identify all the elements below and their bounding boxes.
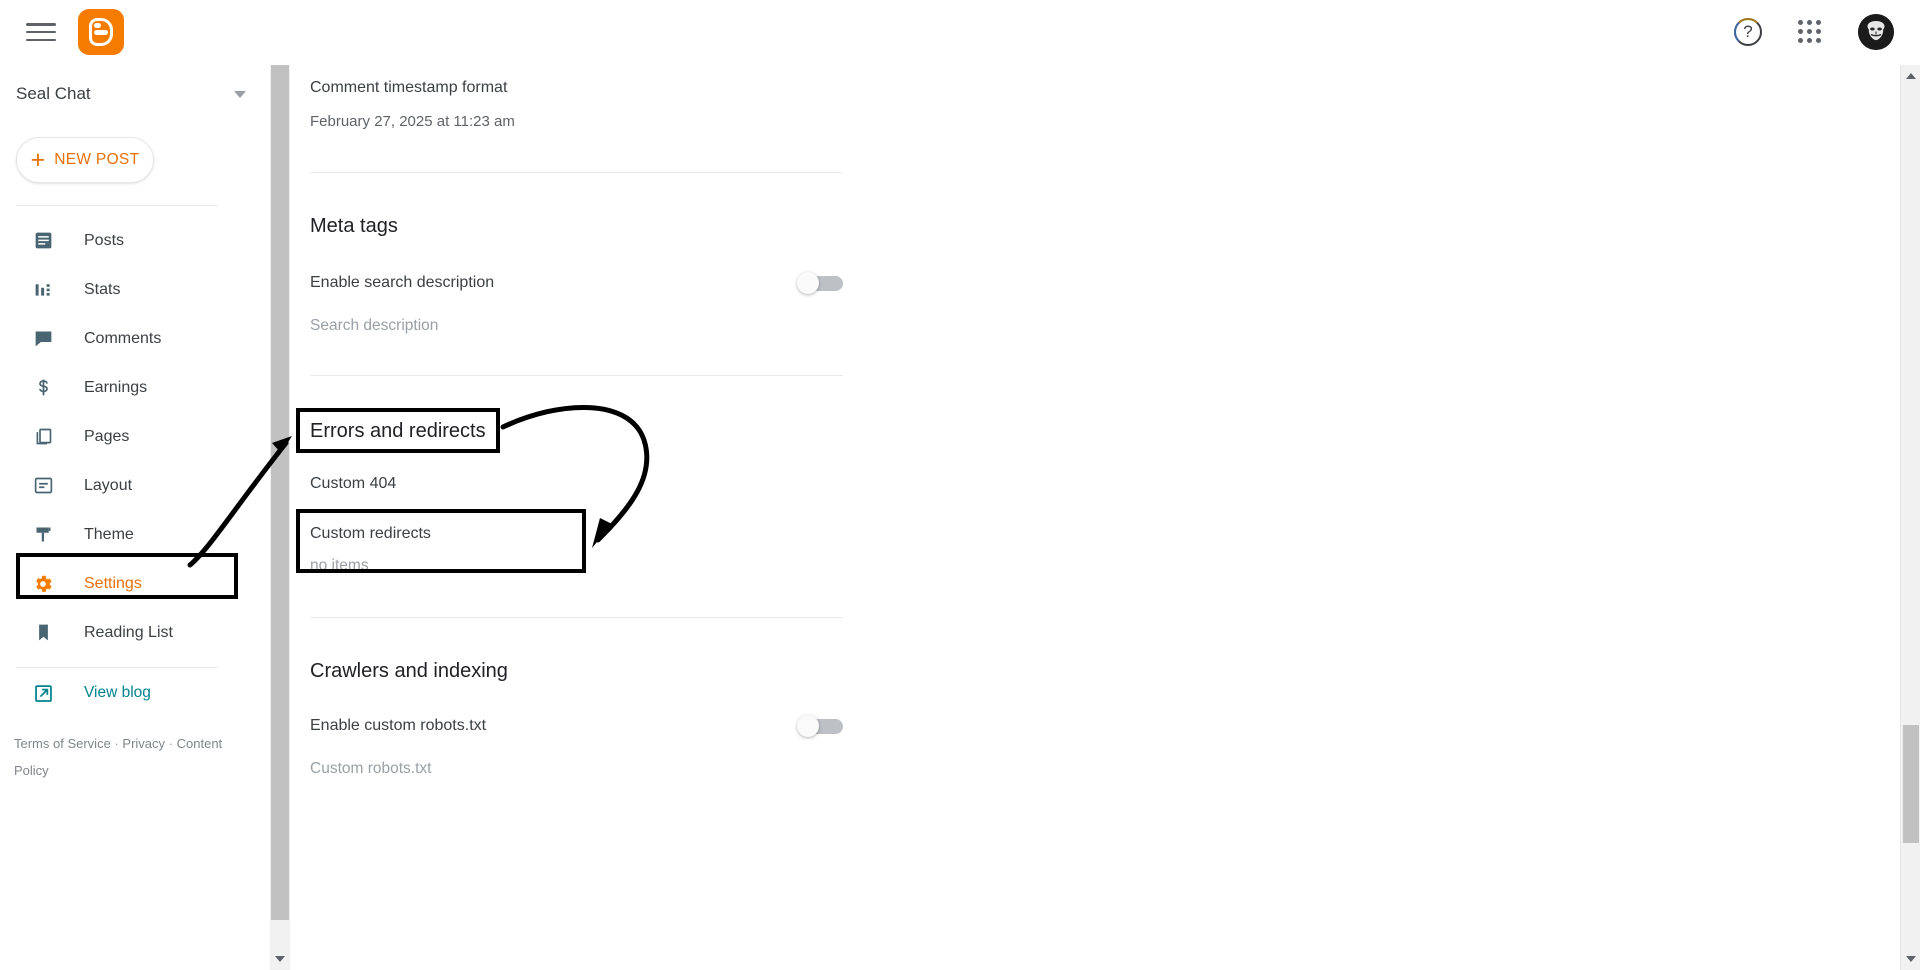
enable-search-description-toggle[interactable] [797,272,843,294]
comment-timestamp-label: Comment timestamp format [310,79,508,96]
legal-separator: · [114,736,119,751]
meta-tags-title: Meta tags [310,215,398,237]
pages-icon [30,424,56,450]
crawlers-indexing-title: Crawlers and indexing [310,660,508,682]
gear-icon [30,571,56,597]
sidebar: Seal Chat + NEW POST Posts Stats Comment… [0,65,262,970]
view-blog-label: View blog [84,684,151,701]
legal-links: Terms of Service · Privacy · Content Pol… [0,730,262,784]
sidebar-item-posts[interactable]: Posts [0,216,262,265]
section-divider [310,617,843,618]
window-scrollbar[interactable] [1900,65,1920,970]
comment-timestamp-setting[interactable]: Comment timestamp format February 27, 20… [310,65,950,130]
sidebar-item-label: Theme [84,525,134,543]
legal-separator: · [168,736,173,751]
sidebar-item-reading-list[interactable]: Reading List [0,608,262,657]
sidebar-item-label: Earnings [84,378,148,396]
sidebar-item-label: Reading List [84,623,173,641]
window-scrollbar-thumb[interactable] [1903,725,1919,843]
comment-timestamp-value: February 27, 2025 at 11:23 am [310,113,515,130]
enable-search-description-row[interactable]: Enable search description [310,272,843,294]
sidebar-item-earnings[interactable]: Earnings [0,363,262,412]
new-post-button[interactable]: + NEW POST [16,137,154,183]
toggle-knob [797,272,819,294]
enable-search-description-label: Enable search description [310,274,495,291]
section-divider [310,172,843,173]
errors-redirects-title: Errors and redirects [310,420,486,442]
custom-404-setting[interactable]: Custom 404 [310,475,950,493]
enable-custom-robots-row[interactable]: Enable custom robots.txt [310,715,843,737]
meta-tags-section: Meta tags Enable search description Sear… [310,215,950,335]
top-bar-actions: ? [1734,14,1894,50]
sidebar-item-label: Posts [84,231,125,249]
errors-redirects-section: Errors and redirects Custom 404 Custom r… [310,420,950,575]
sidebar-item-label: Layout [84,476,133,494]
content-scrollbar-thumb[interactable] [271,65,289,920]
top-app-bar: ? [0,0,1920,65]
blogger-settings-page: ? Seal Chat + NEW POST Posts Stats Comme… [0,0,1920,970]
apps-grid-icon[interactable] [1796,18,1824,46]
crawlers-indexing-section: Crawlers and indexing Enable custom robo… [310,660,950,778]
posts-icon [30,228,56,254]
new-post-label: NEW POST [54,151,140,168]
hamburger-menu-icon[interactable] [26,21,56,43]
stats-icon [30,277,56,303]
content-scrollbar[interactable] [270,65,290,970]
earnings-icon [30,375,56,401]
sidebar-item-theme[interactable]: Theme [0,510,262,559]
custom-redirects-label: Custom redirects [310,525,431,542]
help-glyph: ? [1743,22,1753,41]
sidebar-item-settings[interactable]: Settings [0,559,262,608]
search-description-input[interactable]: Search description [310,317,950,335]
custom-redirects-setting[interactable]: Custom redirects no items [310,525,950,575]
layout-icon [30,473,56,499]
sidebar-item-label: Pages [84,427,130,445]
sidebar-item-comments[interactable]: Comments [0,314,262,363]
comments-icon [30,326,56,352]
user-avatar[interactable] [1858,14,1894,50]
settings-content: Comment timestamp format February 27, 20… [290,65,1880,970]
plus-icon: + [30,145,46,174]
help-icon[interactable]: ? [1734,18,1762,46]
sidebar-item-stats[interactable]: Stats [0,265,262,314]
sidebar-divider-top [16,205,218,206]
sidebar-item-label: Stats [84,280,121,298]
blog-selector[interactable]: Seal Chat [0,65,262,123]
enable-custom-robots-label: Enable custom robots.txt [310,717,487,734]
custom-robots-input[interactable]: Custom robots.txt [310,760,950,778]
sidebar-item-label: Comments [84,329,162,347]
view-blog-link[interactable]: View blog [0,668,262,718]
custom-redirects-value: no items [310,557,369,574]
privacy-link[interactable]: Privacy [122,736,165,751]
blog-name: Seal Chat [16,84,91,103]
chevron-down-icon [234,90,246,98]
external-link-icon [30,680,56,706]
toggle-knob [797,715,819,737]
bookmark-icon [30,620,56,646]
scroll-up-arrow-icon[interactable] [1906,73,1916,79]
scroll-down-arrow-icon[interactable] [1906,956,1916,962]
sidebar-item-layout[interactable]: Layout [0,461,262,510]
theme-icon [30,522,56,548]
blogger-logo-icon[interactable] [78,9,124,55]
sidebar-item-label: Settings [84,574,142,592]
sidebar-item-pages[interactable]: Pages [0,412,262,461]
enable-custom-robots-toggle[interactable] [797,715,843,737]
section-divider [310,375,843,376]
scroll-down-arrow-icon[interactable] [275,956,285,962]
terms-of-service-link[interactable]: Terms of Service [14,736,111,751]
sidebar-nav: Posts Stats Comments Earnings Pages Layo… [0,216,262,657]
